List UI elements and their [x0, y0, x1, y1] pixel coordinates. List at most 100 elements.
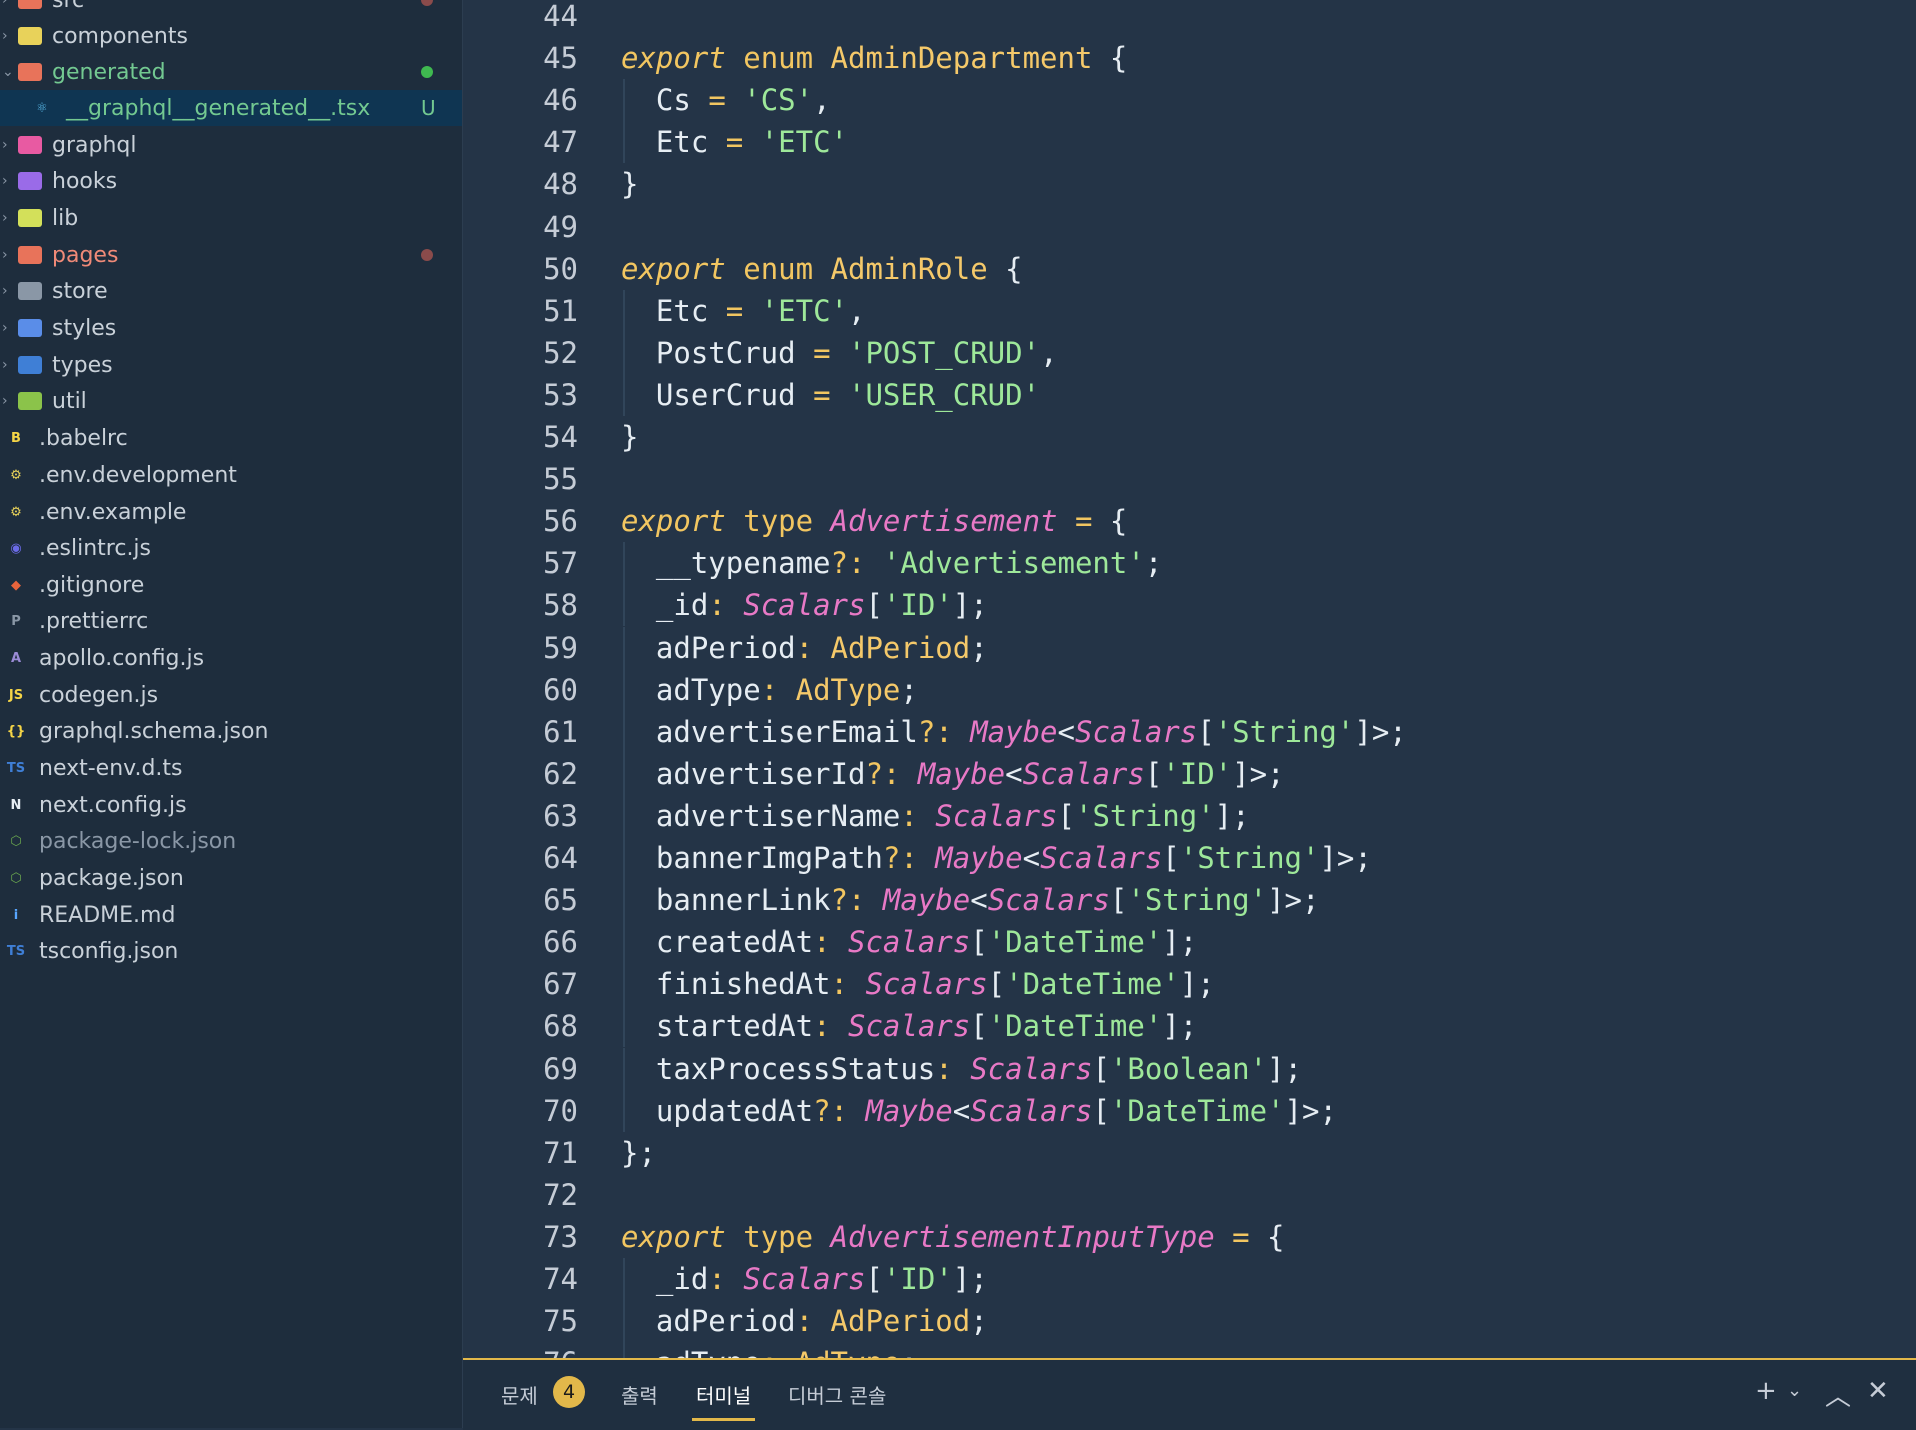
line-number: 76: [463, 1346, 578, 1358]
code-line[interactable]: 62 advertiserId?: Maybe<Scalars['ID']>;: [463, 752, 1803, 795]
new-terminal-icon[interactable]: +: [1755, 1376, 1777, 1406]
explorer-item[interactable]: › graphql: [0, 127, 462, 163]
code-line[interactable]: 75 adPeriod: AdPeriod;: [463, 1300, 1803, 1343]
explorer-item[interactable]: ⚙ .env.development: [0, 457, 462, 493]
chevron-right-icon[interactable]: ›: [2, 28, 8, 44]
chevron-right-icon[interactable]: ›: [2, 0, 8, 8]
explorer-item[interactable]: › store: [0, 273, 462, 309]
explorer-item[interactable]: › lib: [0, 200, 462, 236]
code-text: adPeriod: AdPeriod;: [621, 1304, 988, 1339]
code-line[interactable]: 63 advertiserName: Scalars['String'];: [463, 794, 1803, 837]
explorer-item[interactable]: ⚙ .env.example: [0, 494, 462, 530]
explorer-item-label: components: [52, 23, 188, 49]
code-line[interactable]: 76 adType: AdType:: [463, 1342, 1803, 1358]
env-file-icon: ⚙: [10, 504, 22, 520]
chevron-right-icon[interactable]: ›: [2, 173, 8, 189]
code-line[interactable]: 47 Etc = 'ETC': [463, 121, 1803, 164]
next-file-icon: N: [10, 797, 22, 813]
explorer-sidebar: › src › components ⌄ generated ⚛ __graphql__gen…: [0, 0, 463, 1428]
explorer-item[interactable]: ◉ .eslintrc.js: [0, 530, 462, 566]
code-line[interactable]: 64 bannerImgPath?: Maybe<Scalars['String…: [463, 837, 1803, 879]
folder-icon: [18, 282, 42, 300]
prettier-file-icon: P: [11, 613, 21, 629]
code-line[interactable]: 49: [463, 206, 1803, 248]
explorer-item[interactable]: › src: [0, 0, 462, 18]
code-line[interactable]: 52 PostCrud = 'POST_CRUD',: [463, 331, 1803, 374]
code-line[interactable]: 67 finishedAt: Scalars['DateTime'];: [463, 963, 1803, 1006]
explorer-item[interactable]: ◆ .gitignore: [0, 567, 462, 603]
code-line[interactable]: 48}: [463, 163, 1803, 205]
explorer-item[interactable]: i README.md: [0, 897, 462, 933]
explorer-item-label: hooks: [52, 168, 118, 194]
panel-tab[interactable]: 출력: [621, 1380, 658, 1409]
chevron-right-icon[interactable]: ›: [2, 283, 8, 299]
explorer-item[interactable]: › components: [0, 18, 462, 54]
code-editor[interactable]: 44 45 export enum AdminDepartment {46 Cs =…: [463, 0, 1916, 1358]
code-line[interactable]: 45 export enum AdminDepartment {: [463, 37, 1803, 79]
code-line[interactable]: 55: [463, 458, 1803, 500]
explorer-item[interactable]: P .prettierrc: [0, 603, 462, 639]
code-line[interactable]: 60 adType: AdType;: [463, 668, 1803, 711]
code-line[interactable]: 69 taxProcessStatus: Scalars['Boolean'];: [463, 1047, 1803, 1090]
code-line[interactable]: 46 Cs = 'CS',: [463, 79, 1803, 122]
chevron-down-icon[interactable]: ⌄: [2, 64, 14, 80]
folder-icon: [18, 319, 42, 337]
code-line[interactable]: 56 export type Advertisement = {: [463, 500, 1803, 542]
explorer-item[interactable]: ⬡ package.json: [0, 860, 462, 896]
chevron-right-icon[interactable]: ›: [2, 393, 8, 409]
line-number: 73: [543, 1219, 578, 1254]
code-line[interactable]: 57 __typename?: 'Advertisement';: [463, 542, 1803, 585]
explorer-item[interactable]: › hooks: [0, 163, 462, 199]
code-line[interactable]: 59 adPeriod: AdPeriod;: [463, 626, 1803, 669]
chevron-right-icon[interactable]: ›: [2, 247, 8, 263]
code-line[interactable]: 72: [463, 1174, 1803, 1216]
explorer-item[interactable]: JS codegen.js: [0, 677, 462, 713]
code-line[interactable]: 68 startedAt: Scalars['DateTime'];: [463, 1005, 1803, 1048]
dropdown-chevron-icon[interactable]: ⌄: [1787, 1380, 1802, 1401]
folder-icon: [18, 27, 42, 45]
code-line[interactable]: 74 _id: Scalars['ID'];: [463, 1258, 1803, 1300]
code-line[interactable]: 70 updatedAt?: Maybe<Scalars['DateTime']…: [463, 1089, 1803, 1132]
explorer-item[interactable]: ⬡ package-lock.json: [0, 823, 462, 859]
maximize-panel-icon[interactable]: ︿: [1825, 1376, 1851, 1413]
explorer-item[interactable]: Aapollo.config.js: [0, 640, 462, 676]
chevron-right-icon[interactable]: ›: [2, 210, 8, 226]
code-line[interactable]: 53 UserCrud = 'USER_CRUD': [463, 373, 1803, 416]
code-text: }: [621, 167, 639, 202]
explorer-item[interactable]: B .babelrc: [0, 420, 462, 456]
explorer-item[interactable]: › pages: [0, 237, 462, 273]
explorer-item[interactable]: › util: [0, 383, 462, 419]
code-line[interactable]: 50 export enum AdminRole {: [463, 248, 1803, 290]
panel-tab[interactable]: 디버그 콘솔: [788, 1380, 886, 1409]
code-line[interactable]: 51 Etc = 'ETC',: [463, 289, 1803, 332]
panel-tab[interactable]: 터미널: [691, 1380, 756, 1421]
code-line[interactable]: 71};: [463, 1132, 1803, 1174]
panel-tab[interactable]: 문제: [501, 1380, 538, 1409]
line-number: 68: [543, 1009, 578, 1044]
chevron-right-icon[interactable]: ›: [2, 320, 8, 336]
code-line[interactable]: 61 advertiserEmail?: Maybe<Scalars['Stri…: [463, 710, 1803, 753]
explorer-item[interactable]: ⌄ generated: [0, 54, 462, 90]
code-line[interactable]: 44: [463, 0, 1803, 37]
code-line[interactable]: 54}: [463, 416, 1803, 458]
code-line[interactable]: 73 export type AdvertisementInputType = {: [463, 1216, 1803, 1258]
code-line[interactable]: 66 createdAt: Scalars['DateTime'];: [463, 921, 1803, 964]
chevron-right-icon[interactable]: ›: [2, 137, 8, 153]
chevron-right-icon[interactable]: ›: [2, 357, 8, 373]
explorer-item-label: package-lock.json: [39, 828, 237, 854]
code-line[interactable]: 58 _id: Scalars['ID'];: [463, 584, 1803, 627]
explorer-item[interactable]: Nnext.config.js: [0, 787, 462, 823]
code-line[interactable]: 65 bannerLink?: Maybe<Scalars['String']>…: [463, 879, 1803, 922]
explorer-item[interactable]: {} graphql.schema.json: [0, 713, 462, 749]
line-number: 60: [543, 672, 578, 707]
explorer-item[interactable]: TS next-env.d.ts: [0, 750, 462, 786]
explorer-item-label: src: [52, 0, 85, 13]
explorer-item[interactable]: › styles: [0, 310, 462, 346]
close-panel-icon[interactable]: ✕: [1867, 1376, 1889, 1406]
folder-icon: [18, 172, 42, 190]
explorer-item[interactable]: ⚛ __graphql__generated__.tsx U: [0, 90, 462, 126]
explorer-item[interactable]: TS tsconfig.json: [0, 933, 462, 969]
code-text: _id: Scalars['ID'];: [621, 588, 988, 623]
explorer-item-label: .babelrc: [39, 425, 128, 451]
explorer-item[interactable]: › types: [0, 347, 462, 383]
